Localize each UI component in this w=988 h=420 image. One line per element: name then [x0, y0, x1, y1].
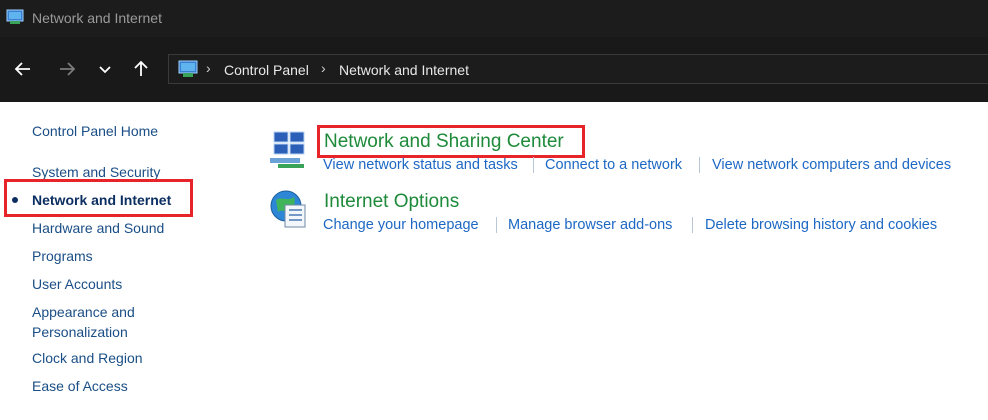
task-change-homepage[interactable]: Change your homepage — [323, 217, 479, 233]
control-panel-icon — [6, 9, 24, 24]
link-separator — [496, 217, 497, 233]
sidebar-item-hardware-and-sound[interactable]: Hardware and Sound — [32, 218, 164, 238]
forward-button[interactable] — [53, 55, 81, 83]
link-separator — [533, 157, 534, 173]
arrow-right-icon — [60, 62, 76, 76]
sidebar-item-personalization[interactable]: Personalization — [32, 322, 128, 342]
chevron-right-icon[interactable]: › — [321, 60, 326, 76]
sidebar-item-control-panel-home[interactable]: Control Panel Home — [32, 121, 158, 141]
sidebar-item-appearance-and[interactable]: Appearance and — [32, 302, 135, 322]
network-sharing-center-icon[interactable] — [268, 128, 310, 170]
chevron-right-icon[interactable]: › — [206, 60, 211, 76]
up-button[interactable] — [127, 55, 155, 83]
left-navigation-pane: Control Panel Home System and Security N… — [0, 102, 230, 420]
task-connect-to-network[interactable]: Connect to a network — [545, 157, 682, 173]
navigation-bar: › Control Panel › Network and Internet — [0, 37, 988, 102]
sidebar-item-programs[interactable]: Programs — [32, 246, 93, 266]
task-delete-browsing-history[interactable]: Delete browsing history and cookies — [705, 217, 937, 233]
address-bar[interactable]: › Control Panel › Network and Internet — [168, 54, 988, 84]
control-panel-icon — [178, 60, 198, 77]
breadcrumb-network-and-internet[interactable]: Network and Internet — [339, 62, 469, 78]
recent-locations-button[interactable] — [91, 55, 119, 83]
arrow-up-icon — [134, 60, 148, 76]
category-title-network-sharing-center[interactable]: Network and Sharing Center — [324, 131, 564, 153]
highlight-box — [4, 179, 193, 217]
sidebar-item-clock-and-region[interactable]: Clock and Region — [32, 348, 143, 368]
chevron-down-icon — [99, 66, 111, 74]
task-view-network-computers[interactable]: View network computers and devices — [712, 157, 951, 173]
link-separator — [692, 217, 693, 233]
title-bar: Network and Internet — [0, 0, 988, 37]
sidebar-item-ease-of-access[interactable]: Ease of Access — [32, 376, 128, 396]
arrow-left-icon — [14, 62, 30, 76]
task-manage-add-ons[interactable]: Manage browser add-ons — [508, 217, 672, 233]
window-title: Network and Internet — [32, 10, 162, 26]
back-button[interactable] — [9, 55, 37, 83]
task-view-network-status[interactable]: View network status and tasks — [323, 157, 518, 173]
breadcrumb-control-panel[interactable]: Control Panel — [224, 62, 309, 78]
link-separator — [699, 157, 700, 173]
category-title-internet-options[interactable]: Internet Options — [324, 191, 459, 213]
sidebar-item-user-accounts[interactable]: User Accounts — [32, 274, 122, 294]
internet-options-icon[interactable] — [268, 188, 310, 230]
